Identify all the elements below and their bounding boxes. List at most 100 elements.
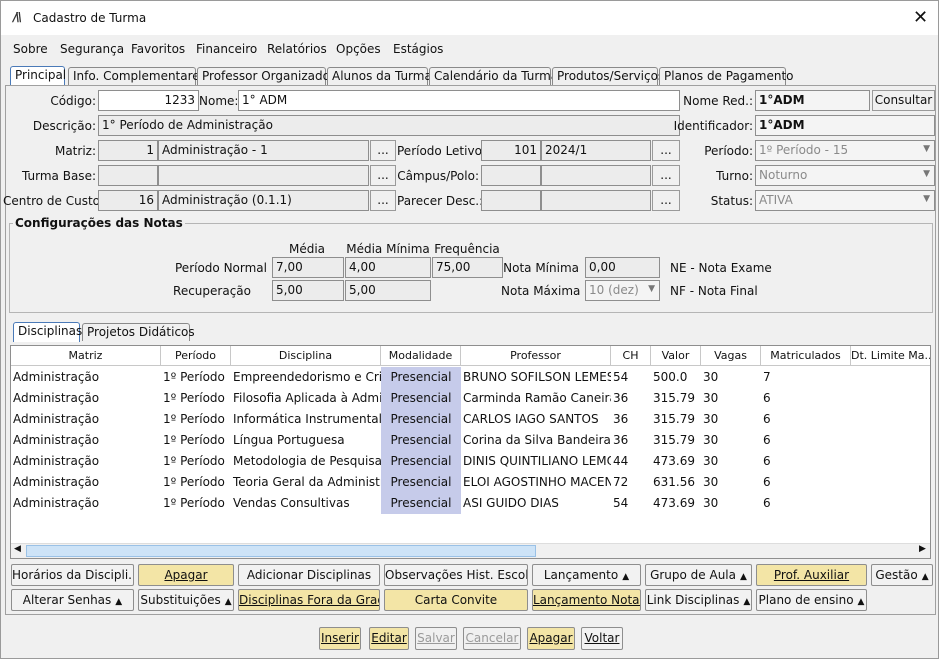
tab-disciplinas[interactable]: Disciplinas [13, 322, 82, 342]
parecer-code-field[interactable] [481, 190, 541, 211]
table-row[interactable]: Administração 1º Período Filosofia Aplicad… [11, 388, 930, 409]
horizontal-scrollbar[interactable]: ◀ ▶ [11, 543, 930, 558]
nome-field[interactable]: 1° ADM [238, 90, 680, 111]
tab-info-complementares[interactable]: Info. Complementares [68, 67, 206, 85]
close-icon[interactable]: ✕ [913, 7, 928, 28]
periodo-letivo-lookup-button[interactable]: ... [652, 140, 680, 161]
campus-code-field[interactable] [481, 165, 541, 186]
link-disciplinas-button[interactable]: Link Disciplinas ▲ [645, 589, 752, 611]
col-header-matriculados[interactable]: Matriculados [761, 346, 851, 366]
menu-sobre[interactable]: Sobre [13, 42, 48, 56]
scrollbar-thumb[interactable] [26, 545, 536, 557]
table-row[interactable]: Administração 1º Período Empreendedorismo … [11, 367, 930, 388]
col-header-dt-limite[interactable]: Dt. Limite Ma... [851, 346, 930, 366]
cell-matriz: Administração [13, 475, 100, 489]
tab-produtos-servicos[interactable]: Produtos/Serviços [552, 67, 664, 85]
carta-convite-button[interactable]: Carta Convite [384, 589, 528, 611]
col-header-valor[interactable]: Valor [651, 346, 701, 366]
disciplinas-fora-grade-button[interactable]: Disciplinas Fora da Grade [238, 589, 380, 611]
alterar-senhas-button[interactable]: Alterar Senhas ▲ [11, 589, 134, 611]
centro-custo-lookup-button[interactable]: ... [370, 190, 396, 211]
menu-estagios[interactable]: Estágios [393, 42, 443, 56]
recuperacao-label: Recuperação [173, 284, 251, 298]
editar-button[interactable]: Editar [369, 627, 409, 650]
cancelar-button[interactable]: Cancelar [463, 627, 521, 650]
lancamento-notas-button[interactable]: Lançamento Notas [532, 589, 641, 611]
table-row[interactable]: Administração 1º Período Metodologia de Pe… [11, 451, 930, 472]
cell-matriculados: 6 [763, 412, 771, 426]
menu-financeiro[interactable]: Financeiro [196, 42, 257, 56]
nota-minima-field[interactable]: 0,00 [585, 257, 660, 278]
table-row[interactable]: Administração 1º Período Vendas Consultiva… [11, 493, 930, 514]
periodo-letivo-code-field[interactable]: 101 [481, 140, 541, 161]
col-header-vagas[interactable]: Vagas [701, 346, 761, 366]
menu-favoritos[interactable]: Favoritos [131, 42, 185, 56]
observacoes-hist-button[interactable]: Observações Hist. Escolar [384, 564, 528, 586]
menu-opcoes[interactable]: Opções [336, 42, 381, 56]
scroll-left-icon[interactable]: ◀ [14, 544, 21, 554]
lancamento-button[interactable]: Lançamento ▲ [532, 564, 641, 586]
gestao-button[interactable]: Gestão ▲ [871, 564, 933, 586]
app-logo-icon: /\\ [13, 10, 22, 24]
campus-lookup-button[interactable]: ... [652, 165, 680, 186]
tab-alunos-da-turma[interactable]: Alunos da Turma [327, 67, 432, 85]
prof-auxiliar-button[interactable]: Prof. Auxiliar [756, 564, 867, 586]
menu-relatorios[interactable]: Relatórios [267, 42, 327, 56]
parecer-lookup-button[interactable]: ... [652, 190, 680, 211]
turma-base-code-field[interactable] [98, 165, 158, 186]
matriz-code-field[interactable]: 1 [98, 140, 158, 161]
turno-select[interactable]: Noturno ▼ [755, 165, 935, 186]
gestao-label: Gestão [875, 568, 918, 582]
pn-media-minima-field[interactable]: 4,00 [345, 257, 431, 278]
col-header-periodo[interactable]: Período [161, 346, 231, 366]
tab-principal[interactable]: Principal [10, 66, 66, 86]
nota-maxima-select[interactable]: 10 (dez) ▼ [585, 280, 660, 301]
pn-media-field[interactable]: 7,00 [272, 257, 344, 278]
grupo-de-aula-button[interactable]: Grupo de Aula ▲ [645, 564, 752, 586]
rec-media-minima-field[interactable]: 5,00 [345, 280, 431, 301]
voltar-button[interactable]: Voltar [581, 627, 623, 650]
tab-calendario-da-turma[interactable]: Calendário da Turma [429, 67, 558, 85]
table-row[interactable]: Administração 1º Período Teoria Geral da A… [11, 472, 930, 493]
col-header-disciplina[interactable]: Disciplina [231, 346, 381, 366]
identificador-field[interactable]: 1°ADM [755, 115, 935, 136]
col-header-ch[interactable]: CH [611, 346, 651, 366]
adicionar-disciplinas-button[interactable]: Adicionar Disciplinas [238, 564, 380, 586]
centro-custo-code-field[interactable]: 16 [98, 190, 158, 211]
cell-dt-limite [851, 409, 930, 430]
centro-custo-name-field: Administração (0.1.1) [158, 190, 369, 211]
nome-red-field[interactable]: 1°ADM [755, 90, 870, 111]
nota-minima-label: Nota Mínima [503, 261, 579, 275]
cell-ch: 36 [613, 391, 629, 405]
matriz-lookup-button[interactable]: ... [370, 140, 396, 161]
apagar-disciplina-button[interactable]: Apagar [138, 564, 234, 586]
table-row[interactable]: Administração 1º Período Língua Portuguesa… [11, 430, 930, 451]
table-row[interactable]: Administração 1º Período Informática Instr… [11, 409, 930, 430]
tab-professor-organizador[interactable]: Professor Organizador [197, 67, 335, 85]
rec-media-field[interactable]: 5,00 [272, 280, 344, 301]
consultar-button[interactable]: Consultar [872, 90, 935, 111]
tab-projetos-didaticos[interactable]: Projetos Didáticos [82, 323, 195, 341]
col-header-professor[interactable]: Professor [461, 346, 611, 366]
status-select[interactable]: ATIVA ▼ [755, 190, 935, 211]
turma-base-lookup-button[interactable]: ... [370, 165, 396, 186]
cell-matriz: Administração [13, 412, 100, 426]
col-header-matriz[interactable]: Matriz [11, 346, 161, 366]
pn-frequencia-field[interactable]: 75,00 [432, 257, 503, 278]
periodo-select[interactable]: 1º Período - 15 ▼ [755, 140, 935, 161]
substituicoes-button[interactable]: Substituições ▲ [138, 589, 234, 611]
codigo-field[interactable]: 1233 [98, 90, 199, 111]
cell-matriculados: 7 [763, 370, 771, 384]
inserir-button[interactable]: Inserir [319, 627, 361, 650]
disciplinas-fora-grade-label: Disciplinas Fora da Grade [239, 593, 380, 607]
horarios-disciplina-button[interactable]: Horários da Discipli... [11, 564, 134, 586]
col-header-modalidade[interactable]: Modalidade [381, 346, 461, 366]
tab-planos-de-pagamento[interactable]: Planos de Pagamento [659, 67, 794, 85]
scroll-right-icon[interactable]: ▶ [919, 544, 926, 554]
plano-de-ensino-button[interactable]: Plano de ensino ▲ [756, 589, 867, 611]
salvar-button[interactable]: Salvar [415, 627, 457, 650]
apagar-button[interactable]: Apagar [527, 627, 575, 650]
menu-seguranca[interactable]: Segurança [60, 42, 124, 56]
descricao-field[interactable]: 1° Período de Administração [98, 115, 680, 136]
cell-matriculados: 6 [763, 391, 771, 405]
